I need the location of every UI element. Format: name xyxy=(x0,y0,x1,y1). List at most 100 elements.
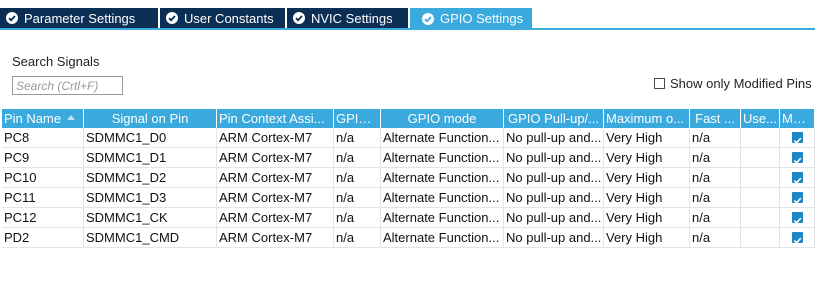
cell-gpio-mode: Alternate Function... xyxy=(381,148,504,168)
table-row[interactable]: PC10 SDMMC1_D2 ARM Cortex-M7 n/a Alterna… xyxy=(2,168,815,188)
tab-label: User Constants xyxy=(184,10,274,26)
tab-parameter-settings[interactable]: Parameter Settings xyxy=(0,8,160,28)
check-circle-icon xyxy=(6,12,18,24)
modified-checkbox[interactable] xyxy=(791,152,803,165)
cell-user-label[interactable] xyxy=(741,128,780,148)
cell-fast-mode: n/a xyxy=(690,128,741,148)
cell-speed: Very High xyxy=(604,188,690,208)
cell-fast-mode: n/a xyxy=(690,188,741,208)
column-header-signal-on-pin[interactable]: Signal on Pin xyxy=(84,109,217,128)
modified-checkbox[interactable] xyxy=(791,132,803,145)
cell-pull: No pull-up and... xyxy=(504,208,604,228)
cell-fast-mode: n/a xyxy=(690,208,741,228)
cell-speed: Very High xyxy=(604,228,690,248)
column-header-pin-name[interactable]: Pin Name xyxy=(2,109,84,128)
cell-modified xyxy=(780,148,815,168)
cell-context: ARM Cortex-M7 xyxy=(217,228,334,248)
column-header-gpio-output[interactable]: GPIO... xyxy=(334,109,381,128)
cell-signal: SDMMC1_D0 xyxy=(84,128,217,148)
cell-pin-name: PC11 xyxy=(2,188,84,208)
tab-nvic-settings[interactable]: NVIC Settings xyxy=(287,8,410,28)
table-header: Pin Name Signal on Pin Pin Context Assi.… xyxy=(2,109,815,128)
modified-checkbox[interactable] xyxy=(791,192,803,205)
cell-user-label[interactable] xyxy=(741,148,780,168)
tab-user-constants[interactable]: User Constants xyxy=(160,8,287,28)
check-circle-icon xyxy=(422,12,434,25)
cell-gpio-mode: Alternate Function... xyxy=(381,228,504,248)
cell-pin-name: PC9 xyxy=(2,148,84,168)
cell-signal: SDMMC1_D3 xyxy=(84,188,217,208)
cell-gpio-output: n/a xyxy=(334,128,381,148)
cell-context: ARM Cortex-M7 xyxy=(217,168,334,188)
check-circle-icon xyxy=(293,12,305,24)
cell-gpio-mode: Alternate Function... xyxy=(381,168,504,188)
cell-pin-name: PC12 xyxy=(2,208,84,228)
tab-gpio-settings[interactable]: GPIO Settings xyxy=(410,8,534,29)
cell-modified xyxy=(780,168,815,188)
cell-modified xyxy=(780,208,815,228)
modified-checkbox[interactable] xyxy=(791,212,803,225)
cell-pull: No pull-up and... xyxy=(504,188,604,208)
tab-label: Parameter Settings xyxy=(24,10,136,26)
tab-label: NVIC Settings xyxy=(311,10,393,26)
cell-pull: No pull-up and... xyxy=(504,148,604,168)
column-header-max-output-speed[interactable]: Maximum o... xyxy=(604,109,690,128)
cell-signal: SDMMC1_D1 xyxy=(84,148,217,168)
cell-gpio-mode: Alternate Function... xyxy=(381,208,504,228)
cell-fast-mode: n/a xyxy=(690,228,741,248)
cell-modified xyxy=(780,188,815,208)
cell-gpio-output: n/a xyxy=(334,148,381,168)
cell-user-label[interactable] xyxy=(741,208,780,228)
cell-context: ARM Cortex-M7 xyxy=(217,148,334,168)
cell-signal: SDMMC1_CMD xyxy=(84,228,217,248)
cell-user-label[interactable] xyxy=(741,228,780,248)
column-header-modified[interactable]: Mod... xyxy=(780,109,815,128)
column-header-user-label[interactable]: Use... xyxy=(741,109,780,128)
column-header-gpio-pull[interactable]: GPIO Pull-up/... xyxy=(504,109,604,128)
cell-pin-name: PC10 xyxy=(2,168,84,188)
modified-checkbox[interactable] xyxy=(791,232,803,245)
cell-context: ARM Cortex-M7 xyxy=(217,128,334,148)
cell-fast-mode: n/a xyxy=(690,148,741,168)
table-row[interactable]: PC9 SDMMC1_D1 ARM Cortex-M7 n/a Alternat… xyxy=(2,148,815,168)
cell-context: ARM Cortex-M7 xyxy=(217,208,334,228)
cell-context: ARM Cortex-M7 xyxy=(217,188,334,208)
modified-checkbox[interactable] xyxy=(791,172,803,185)
column-header-pin-context[interactable]: Pin Context Assi... xyxy=(217,109,334,128)
show-only-modified-pins-toggle[interactable]: Show only Modified Pins xyxy=(654,76,812,91)
tab-bar: Parameter Settings User Constants NVIC S… xyxy=(0,0,815,29)
cell-gpio-output: n/a xyxy=(334,208,381,228)
cell-gpio-output: n/a xyxy=(334,188,381,208)
column-header-gpio-mode[interactable]: GPIO mode xyxy=(381,109,504,128)
gpio-pin-table: Pin Name Signal on Pin Pin Context Assi.… xyxy=(2,109,815,248)
tab-label: GPIO Settings xyxy=(440,11,524,26)
cell-pull: No pull-up and... xyxy=(504,228,604,248)
cell-gpio-output: n/a xyxy=(334,168,381,188)
table-row[interactable]: PC12 SDMMC1_CK ARM Cortex-M7 n/a Alterna… xyxy=(2,208,815,228)
show-modified-label: Show only Modified Pins xyxy=(670,76,812,91)
show-modified-checkbox[interactable] xyxy=(654,78,665,89)
cell-speed: Very High xyxy=(604,128,690,148)
table-row[interactable]: PC8 SDMMC1_D0 ARM Cortex-M7 n/a Alternat… xyxy=(2,128,815,148)
table-row[interactable]: PD2 SDMMC1_CMD ARM Cortex-M7 n/a Alterna… xyxy=(2,228,815,248)
cell-modified xyxy=(780,228,815,248)
cell-pin-name: PD2 xyxy=(2,228,84,248)
cell-speed: Very High xyxy=(604,148,690,168)
search-signals-label: Search Signals xyxy=(12,54,100,69)
cell-pull: No pull-up and... xyxy=(504,128,604,148)
cell-speed: Very High xyxy=(604,208,690,228)
cell-pull: No pull-up and... xyxy=(504,168,604,188)
cell-user-label[interactable] xyxy=(741,168,780,188)
cell-user-label[interactable] xyxy=(741,188,780,208)
cell-pin-name: PC8 xyxy=(2,128,84,148)
cell-signal: SDMMC1_D2 xyxy=(84,168,217,188)
column-header-fast-mode[interactable]: Fast ... xyxy=(690,109,741,128)
table-row[interactable]: PC11 SDMMC1_D3 ARM Cortex-M7 n/a Alterna… xyxy=(2,188,815,208)
cell-gpio-mode: Alternate Function... xyxy=(381,128,504,148)
search-signals-input[interactable] xyxy=(12,76,123,95)
sort-ascending-icon xyxy=(67,115,76,121)
cell-gpio-mode: Alternate Function... xyxy=(381,188,504,208)
cell-speed: Very High xyxy=(604,168,690,188)
cell-signal: SDMMC1_CK xyxy=(84,208,217,228)
cell-fast-mode: n/a xyxy=(690,168,741,188)
